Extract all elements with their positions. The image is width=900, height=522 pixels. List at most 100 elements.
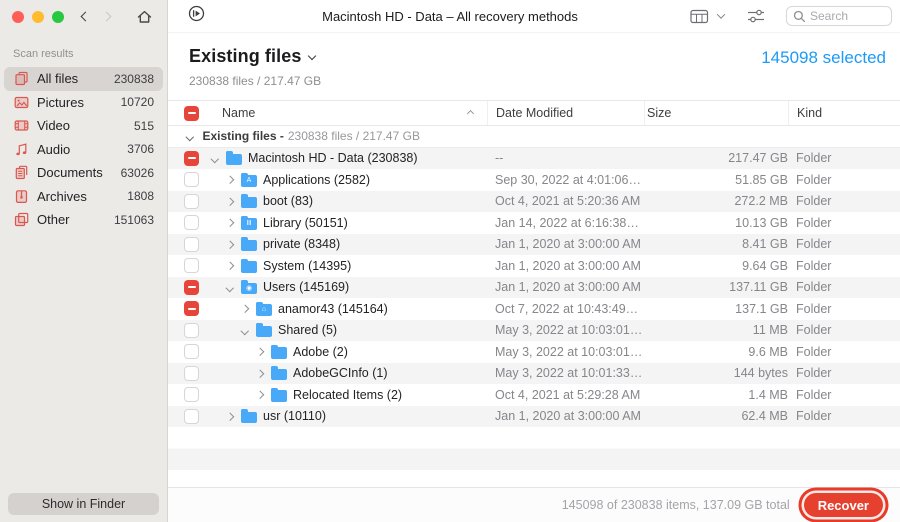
file-size: 51.85 GB <box>735 172 788 187</box>
sidebar-item-audio[interactable]: Audio 3706 <box>4 138 163 162</box>
column-header-name[interactable]: Name <box>200 106 487 120</box>
date-modified: Jan 1, 2020 at 3:00:00 AM <box>495 258 641 273</box>
show-in-finder-button[interactable]: Show in Finder <box>8 493 159 515</box>
rescan-icon[interactable] <box>188 5 205 27</box>
folder-badge: Ⅲ <box>246 220 252 228</box>
row-checkbox[interactable] <box>184 344 199 360</box>
table-row[interactable]: A Applications (2582) Sep 30, 2022 at 4:01… <box>168 169 900 191</box>
chevron-right-icon[interactable] <box>225 218 234 227</box>
chevron-right-icon[interactable] <box>255 369 264 378</box>
sidebar-item-all-files[interactable]: All files 230838 <box>4 67 163 91</box>
home-icon[interactable] <box>136 9 153 25</box>
row-checkbox[interactable] <box>184 258 199 274</box>
forward-icon[interactable] <box>101 11 112 22</box>
row-checkbox[interactable] <box>184 387 199 403</box>
row-checkbox[interactable] <box>184 150 199 166</box>
content-header: Existing files 230838 files / 217.47 GB … <box>168 33 900 100</box>
table-row[interactable]: usr (10110) Jan 1, 2020 at 3:00:00 AM 62.4… <box>168 405 900 427</box>
table-row[interactable]: Macintosh HD - Data (230838) -- 217.47 GB F… <box>168 147 900 169</box>
sidebar-item-archives[interactable]: Archives 1808 <box>4 185 163 209</box>
table-row[interactable]: Relocated Items (2) Oct 4, 2021 at 5:29:2… <box>168 384 900 406</box>
chevron-right-icon[interactable] <box>255 390 264 399</box>
date-modified: Jan 1, 2020 at 3:00:00 AM <box>495 409 641 424</box>
file-kind: Folder <box>796 215 832 230</box>
chevron-right-icon[interactable] <box>240 304 249 313</box>
sidebar-item-other[interactable]: Other 151063 <box>4 208 163 232</box>
chevron-right-icon[interactable] <box>225 240 234 249</box>
sidebar-item-count: 3706 <box>127 142 154 157</box>
filter-sliders-icon[interactable] <box>746 8 766 24</box>
search-field[interactable] <box>786 6 892 26</box>
column-header-kind[interactable]: Kind <box>788 101 900 125</box>
sidebar-item-count: 230838 <box>113 71 154 86</box>
scope-selector[interactable]: Existing files <box>189 46 321 67</box>
sidebar-item-pictures[interactable]: Pictures 10720 <box>4 91 163 115</box>
table-row[interactable]: System (14395) Jan 1, 2020 at 3:00:00 AM 9… <box>168 255 900 277</box>
chevron-right-icon[interactable] <box>225 197 234 206</box>
file-name: Macintosh HD - Data (230838) <box>248 151 418 166</box>
table-row[interactable]: boot (83) Oct 4, 2021 at 5:20:36 AM 272.2 … <box>168 190 900 212</box>
chevron-down-icon[interactable] <box>225 283 234 292</box>
titlebar-controls <box>690 6 892 26</box>
table-row[interactable]: Shared (5) May 3, 2022 at 10:03:01… 11 MB F… <box>168 319 900 341</box>
table-row[interactable]: Adobe (2) May 3, 2022 at 10:03:01… 9.6 MB F… <box>168 341 900 363</box>
recover-button[interactable]: Recover <box>803 493 883 517</box>
file-kind: Folder <box>796 366 832 381</box>
row-checkbox[interactable] <box>184 172 199 188</box>
table-row[interactable]: Ⅲ Library (50151) Jan 14, 2022 at 6:16:38…… <box>168 212 900 234</box>
sidebar-item-label: Archives <box>37 188 87 204</box>
table-row[interactable]: private (8348) Jan 1, 2020 at 3:00:00 AM 8… <box>168 233 900 255</box>
row-checkbox[interactable] <box>184 365 199 381</box>
view-options-button[interactable] <box>690 9 726 24</box>
zoom-window-button[interactable] <box>52 10 64 23</box>
file-kind: Folder <box>796 258 832 273</box>
chevron-right-icon[interactable] <box>225 261 234 270</box>
titlebar-main: Macintosh HD - Data – All recovery metho… <box>168 0 900 33</box>
select-all-checkbox[interactable] <box>184 105 199 121</box>
file-size: 11 MB <box>752 323 788 338</box>
traffic-lights <box>12 10 64 23</box>
back-icon[interactable] <box>80 11 91 22</box>
row-checkbox[interactable] <box>184 408 199 424</box>
folder-icon <box>256 323 272 337</box>
file-name: boot (83) <box>263 194 314 209</box>
empty-rows-area <box>168 427 900 487</box>
sidebar-item-video[interactable]: Video 515 <box>4 114 163 138</box>
folder-icon: A <box>241 172 257 187</box>
search-input[interactable] <box>810 9 880 23</box>
group-row[interactable]: Existing files - 230838 files / 217.47 G… <box>168 126 900 148</box>
sidebar-item-label: Pictures <box>37 94 84 110</box>
chevron-down-icon[interactable] <box>240 326 249 335</box>
file-name: Shared (5) <box>278 323 338 338</box>
folder-icon <box>241 194 257 208</box>
close-window-button[interactable] <box>12 10 24 23</box>
sidebar-item-count: 63026 <box>120 165 154 180</box>
minimize-window-button[interactable] <box>32 10 44 23</box>
table-row[interactable]: ◉ Users (145169) Jan 1, 2020 at 3:00:00 AM… <box>168 276 900 298</box>
row-checkbox[interactable] <box>184 236 199 252</box>
row-checkbox[interactable] <box>184 215 199 231</box>
audio-icon <box>13 142 29 157</box>
row-checkbox[interactable] <box>184 279 199 295</box>
sidebar-item-documents[interactable]: Documents 63026 <box>4 161 163 185</box>
date-modified: Jan 1, 2020 at 3:00:00 AM <box>495 237 641 252</box>
file-name: Users (145169) <box>263 280 350 295</box>
chevron-right-icon[interactable] <box>225 412 234 421</box>
file-size: 9.64 GB <box>742 258 788 273</box>
sidebar-item-list: All files 230838 Pictures 10720 Video 515 Audi… <box>0 67 167 232</box>
file-name: anamor43 (145164) <box>278 301 388 316</box>
table-row[interactable]: AdobeGCInfo (1) May 3, 2022 at 10:01:33… 1… <box>168 362 900 384</box>
column-header-size[interactable]: Size <box>644 101 788 125</box>
column-header-date-modified[interactable]: Date Modified <box>487 101 644 125</box>
all-files-icon <box>13 71 29 86</box>
row-checkbox[interactable] <box>184 301 199 317</box>
row-checkbox[interactable] <box>184 193 199 209</box>
row-checkbox[interactable] <box>184 322 199 338</box>
folder-icon <box>241 237 257 251</box>
chevron-down-icon <box>185 132 194 141</box>
table-row[interactable]: ⌂ anamor43 (145164) Oct 7, 2022 at 10:43:4… <box>168 298 900 320</box>
chevron-right-icon[interactable] <box>225 175 234 184</box>
selection-status: 145098 of 230838 items, 137.09 GB total <box>561 498 790 512</box>
chevron-down-icon[interactable] <box>210 154 219 163</box>
chevron-right-icon[interactable] <box>255 347 264 356</box>
